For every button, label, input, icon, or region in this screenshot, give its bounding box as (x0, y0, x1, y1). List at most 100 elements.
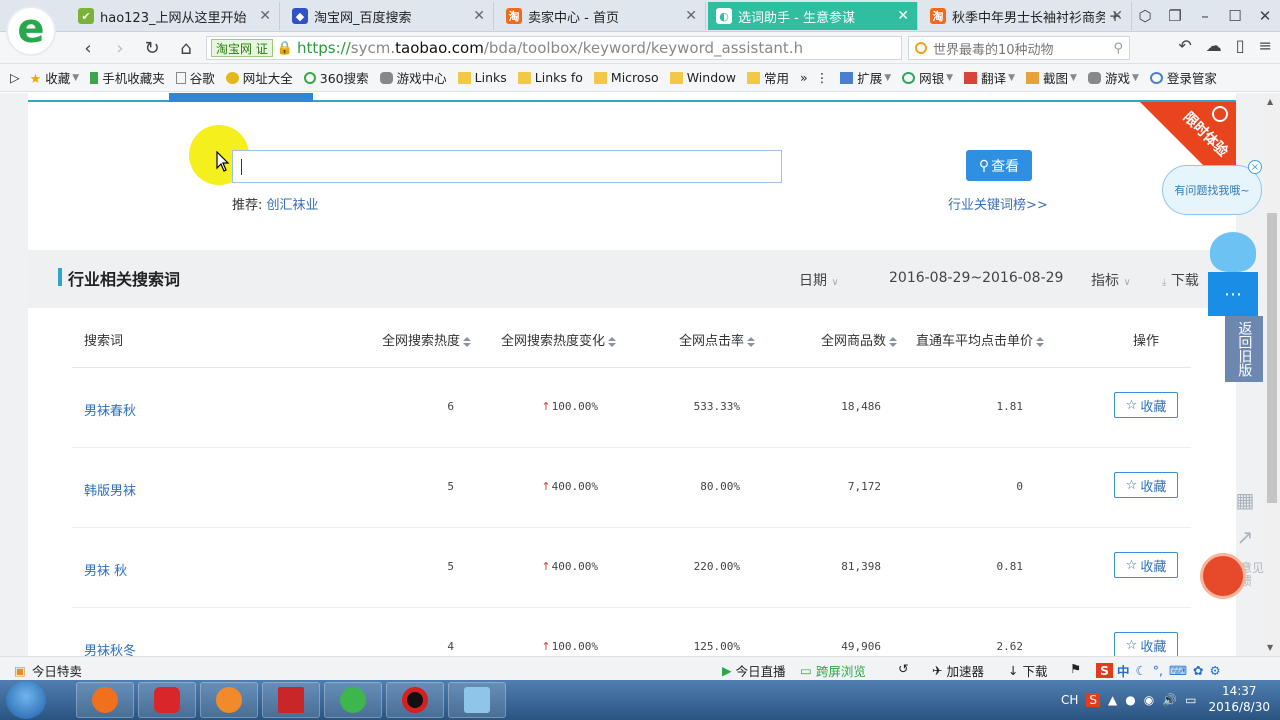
sidebar-toggle-icon[interactable]: ▷ (10, 70, 20, 85)
screenshot-menu[interactable]: 截图 ▼ (1026, 68, 1077, 87)
bookmark-game-center[interactable]: 游戏中心 (379, 68, 447, 87)
today-live[interactable]: ▶ 今日直播 (722, 661, 786, 680)
restore-window-icon[interactable]: ❐ (1160, 4, 1190, 28)
bookmark-microso[interactable]: Microso (593, 70, 659, 85)
site-verified-badge[interactable]: 淘宝网 证 (211, 39, 273, 57)
industry-keyword-ranking-link[interactable]: 行业关键词榜>> (948, 194, 1048, 213)
downloads[interactable]: ↓ 下载 (1008, 661, 1048, 680)
taskbar-app-notes[interactable] (448, 682, 506, 718)
tab-keyword-assistant[interactable]: ◐ 选词助手 - 生意参谋 ✕ (708, 2, 918, 30)
keyword-link[interactable]: 男袜春秋 (84, 400, 136, 419)
favorite-button[interactable]: ☆ 收藏 (1114, 472, 1178, 498)
history-icon[interactable]: ↺ (898, 661, 908, 676)
close-icon[interactable]: ✕ (473, 8, 485, 24)
sort-icon[interactable] (463, 336, 472, 347)
favorite-button[interactable]: ☆ 收藏 (1114, 552, 1178, 578)
tab-hao123[interactable]: ✔ hao123_上网从这里开始 ✕ (70, 2, 280, 30)
taskbar-app-browser[interactable] (76, 682, 134, 718)
close-icon[interactable]: × (1248, 160, 1262, 174)
col-item-count[interactable]: 全网商品数 (821, 330, 898, 349)
sort-icon[interactable] (1036, 336, 1045, 347)
qq-tray-icon[interactable]: ◉ (1144, 693, 1154, 707)
favorite-button[interactable]: ☆ 收藏 (1114, 392, 1178, 418)
minimize-icon[interactable]: – (1190, 4, 1220, 28)
keyword-link[interactable]: 韩版男袜 (84, 480, 136, 499)
qr-code-icon[interactable]: ▦ (1230, 485, 1260, 515)
translate-menu[interactable]: 翻译 ▼ (964, 68, 1015, 87)
chat-icon[interactable]: ⋯ (1208, 272, 1258, 316)
cloud-icon[interactable]: ☁ (1206, 36, 1222, 55)
close-icon[interactable]: ✕ (685, 8, 697, 24)
bookmark-common[interactable]: 常用 (747, 68, 789, 87)
col-avg-cpc[interactable]: 直通车平均点击单价 (916, 330, 1045, 349)
close-window-icon[interactable]: ✕ (1250, 4, 1280, 28)
bookmark-window[interactable]: Window (669, 70, 736, 85)
home-icon[interactable]: ⌂ (174, 36, 198, 60)
phone-icon[interactable]: ▯ (1236, 36, 1245, 55)
help-bubble[interactable]: 有问题找我哦~ (1162, 165, 1262, 215)
tab-baidu-search[interactable]: ◆ 淘宝网_百度搜索 ✕ (284, 2, 494, 30)
close-icon[interactable]: ✕ (259, 8, 271, 24)
bookmark-links-fo[interactable]: Links fo (517, 70, 583, 85)
date-dropdown[interactable]: 日期 ∨ (799, 270, 839, 290)
new-tab-icon[interactable]: + (1100, 4, 1130, 28)
sogou-tray-icon[interactable]: S (1086, 693, 1100, 707)
taskbar-app-flag[interactable] (262, 682, 320, 718)
scroll-thumb[interactable] (1267, 213, 1277, 503)
cross-screen-browsing[interactable]: ▭ 跨屏浏览 (800, 661, 866, 680)
bookmark-url-directory[interactable]: 网址大全 (225, 68, 293, 87)
bookmarks-overflow[interactable]: » (800, 70, 808, 85)
more-vertical-icon[interactable]: ⋮ (816, 70, 829, 85)
online-bank-menu[interactable]: 网银 ▼ (902, 68, 953, 87)
extensions-menu[interactable]: 扩展 ▼ (840, 68, 891, 87)
flag-icon[interactable]: ⚑ (1070, 661, 1081, 676)
bookmark-favorites[interactable]: ★ 收藏 ▼ (30, 68, 80, 87)
system-clock[interactable]: 14:37 2016/8/30 (1208, 684, 1270, 715)
tray-expand-icon[interactable]: ▲ (1108, 693, 1117, 707)
record-tray-icon[interactable]: ● (1125, 693, 1135, 707)
maximize-icon[interactable]: ☐ (1220, 4, 1250, 28)
sort-icon[interactable] (889, 336, 898, 347)
taskbar-app-tmall[interactable] (138, 682, 196, 718)
menu-icon[interactable]: ≡ (1259, 36, 1272, 55)
recommended-keyword-link[interactable]: 创汇袜业 (267, 198, 319, 213)
favorite-button[interactable]: ☆ 收藏 (1114, 632, 1178, 656)
tab-seller-center[interactable]: 淘 卖家中心 - 首页 ✕ (498, 2, 706, 30)
start-button[interactable] (6, 681, 46, 719)
accelerator[interactable]: ✈ 加速器 (932, 661, 984, 680)
forward-icon[interactable]: › (108, 36, 132, 60)
elephant-mascot-icon[interactable] (1210, 232, 1256, 272)
taskbar-app-recorder[interactable] (386, 682, 444, 718)
view-button[interactable]: ⚲ 查看 (966, 150, 1032, 181)
volume-icon[interactable]: 🔊 (1162, 693, 1177, 707)
keyword-link[interactable]: 男袜秋冬 (84, 640, 136, 656)
col-heat-change[interactable]: 全网搜索热度变化 (501, 330, 617, 349)
share-icon[interactable]: ↗ (1230, 522, 1260, 552)
scroll-down-icon[interactable]: ▼ (1267, 643, 1273, 652)
bookmark-360-search[interactable]: 360搜索 (303, 68, 369, 87)
taskbar-app-penguin[interactable] (200, 682, 258, 718)
bookmark-mobile[interactable]: 手机收藏夹 (90, 68, 165, 87)
vertical-scrollbar[interactable]: ▲ ▼ (1264, 93, 1280, 656)
sort-icon[interactable] (747, 336, 756, 347)
close-icon[interactable]: ✕ (897, 8, 909, 24)
sogou-ime-toolbar[interactable]: S 中 ☾ °, ⌨ ✿ ⚙ (1096, 661, 1221, 680)
download-button[interactable]: ⤓ 下载 (1162, 270, 1199, 290)
browser-search-box[interactable]: 世界最毒的10种动物 ⚲ (908, 36, 1130, 60)
return-old-version-button[interactable]: 返回旧版 (1225, 316, 1263, 382)
taskbar-app-360-browser[interactable] (324, 682, 382, 718)
keyword-link[interactable]: 男袜 秋 (84, 560, 127, 579)
keyword-search-input[interactable] (232, 150, 782, 183)
address-bar[interactable]: 淘宝网 证 🔒 https://sycm.taobao.com/bda/tool… (206, 36, 902, 60)
undo-icon[interactable]: ↶ (1178, 36, 1191, 55)
language-indicator[interactable]: CH (1061, 693, 1078, 707)
search-icon[interactable]: ⚲ (1113, 41, 1123, 56)
metric-dropdown[interactable]: 指标 ∨ (1091, 270, 1131, 290)
url-text[interactable]: https://sycm.taobao.com/bda/toolbox/keyw… (297, 39, 803, 57)
refresh-icon[interactable]: ↻ (140, 36, 164, 60)
browser-logo[interactable]: e (6, 6, 56, 56)
scroll-up-icon[interactable]: ▲ (1267, 97, 1273, 106)
login-manager[interactable]: 登录管家 (1149, 68, 1217, 87)
restore-tabs-icon[interactable]: ⬡ (1130, 4, 1160, 28)
back-icon[interactable]: ‹ (76, 36, 100, 60)
